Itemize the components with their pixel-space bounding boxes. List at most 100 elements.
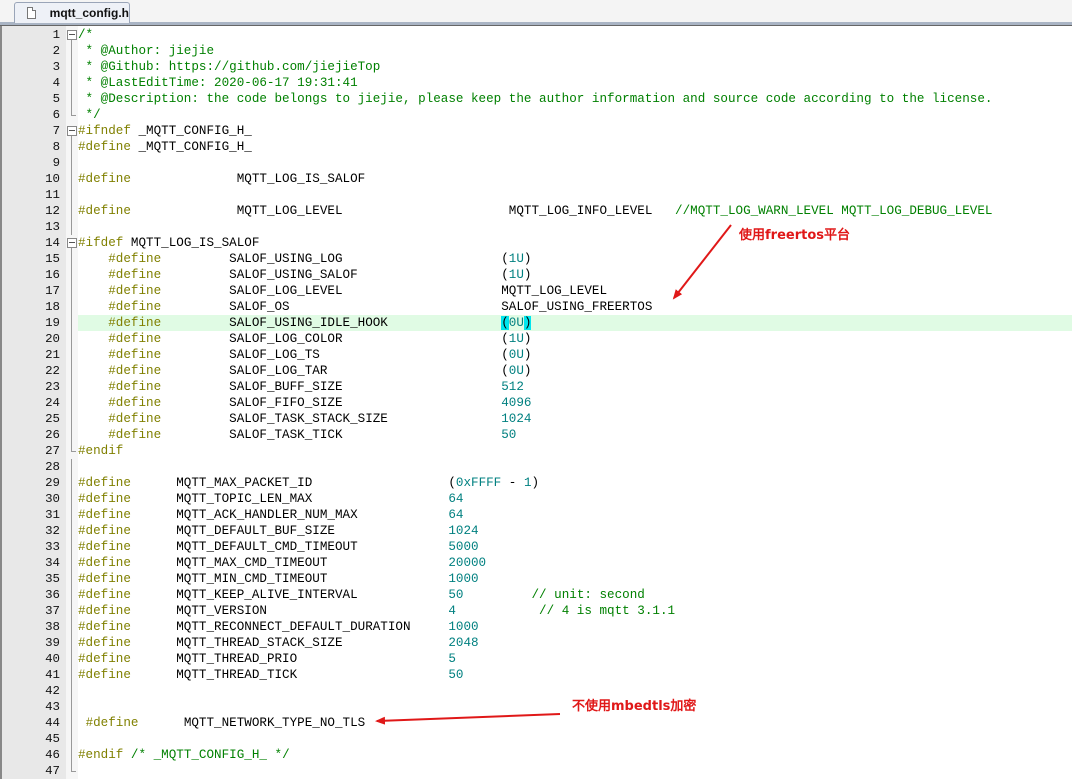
code-token: SALOF_USING_LOG [161,252,502,266]
code-line[interactable]: 35 #define MQTT_MIN_CMD_TIMEOUT 1000 [0,571,1072,587]
code-line[interactable]: 18 #define SALOF_OS SALOF_USING_FREERTOS [0,299,1072,315]
code-token: #define [85,716,139,730]
code-token: 0U [508,316,524,330]
code-line[interactable]: 5 * @Description: the code belongs to ji… [0,91,1072,107]
code-line[interactable]: 38 #define MQTT_RECONNECT_DEFAULT_DURATIO… [0,619,1072,635]
code-line[interactable]: 36 #define MQTT_KEEP_ALIVE_INTERVAL 50 //… [0,587,1072,603]
code-line[interactable]: 24 #define SALOF_FIFO_SIZE 4096 [0,395,1072,411]
code-line[interactable]: 29 #define MQTT_MAX_PACKET_ID (0xFFFF - 1… [0,475,1072,491]
code-line[interactable]: 17 #define SALOF_LOG_LEVEL MQTT_LOG_LEVE… [0,283,1072,299]
code-line[interactable]: 28 [0,459,1072,475]
code-line[interactable]: 15 #define SALOF_USING_LOG (1U) [0,251,1072,267]
code-token: SALOF_USING_SALOF [161,268,502,282]
tab-mqtt-config-h[interactable]: mqtt_config.h [14,2,130,23]
code-line[interactable]: 44 #define MQTT_NETWORK_TYPE_NO_TLS [0,715,1072,731]
code-line[interactable]: 4 * @LastEditTime: 2020-06-17 19:31:41 [0,75,1072,91]
code-line[interactable]: 26 #define SALOF_TASK_TICK 50 [0,427,1072,443]
code-line[interactable]: 32 #define MQTT_DEFAULT_BUF_SIZE 1024 [0,523,1072,539]
code-line[interactable]: 19 #define SALOF_USING_IDLE_HOOK (0U) [0,315,1072,331]
code-line[interactable]: 30 #define MQTT_TOPIC_LEN_MAX 64 [0,491,1072,507]
code-text: #define SALOF_USING_SALOF (1U) [78,267,1072,283]
code-line[interactable]: 13 [0,219,1072,235]
code-line[interactable]: 25 #define SALOF_TASK_STACK_SIZE 1024 [0,411,1072,427]
code-line[interactable]: 2 * @Author: jiejie [0,43,1072,59]
fold-line [66,91,78,107]
code-line[interactable]: 23 #define SALOF_BUFF_SIZE 512 [0,379,1072,395]
fold-end-marker [66,443,78,459]
fold-line [66,491,78,507]
fold-line [66,43,78,59]
fold-line [66,331,78,347]
fold-line [66,699,78,715]
code-token: SALOF_LOG_COLOR [161,332,502,346]
code-token: 1000 [448,572,479,586]
code-line[interactable]: 7 #ifndef _MQTT_CONFIG_H_ [0,123,1072,139]
code-token: ( [501,316,509,330]
fold-line [66,507,78,523]
code-line[interactable]: 6 */ [0,107,1072,123]
code-token: #define [78,588,131,602]
fold-collapse-icon[interactable] [66,123,78,139]
line-number: 20 [45,332,60,346]
code-token: SALOF_LOG_TS [161,348,502,362]
code-line[interactable]: 31 #define MQTT_ACK_HANDLER_NUM_MAX 64 [0,507,1072,523]
code-text: #ifndef _MQTT_CONFIG_H_ [78,123,1072,139]
code-line[interactable]: 1 /* [0,27,1072,43]
code-line[interactable]: 16 #define SALOF_USING_SALOF (1U) [0,267,1072,283]
code-line[interactable]: 40 #define MQTT_THREAD_PRIO 5 [0,651,1072,667]
code-line[interactable]: 45 [0,731,1072,747]
fold-line [66,59,78,75]
code-line[interactable]: 42 [0,683,1072,699]
code-line[interactable]: 12 #define MQTT_LOG_LEVEL MQTT_LOG_INFO_L… [0,203,1072,219]
code-line[interactable]: 3 * @Github: https://github.com/jiejieTo… [0,59,1072,75]
code-editor[interactable]: 1 /* 2 * @Author: jiejie 3 * @Github: https… [0,26,1072,779]
line-number: 1 [52,28,60,42]
code-line[interactable]: 14 #ifdef MQTT_LOG_IS_SALOF [0,235,1072,251]
code-text: #define MQTT_MAX_PACKET_ID (0xFFFF - 1) [78,475,1072,491]
code-line[interactable]: 37 #define MQTT_VERSION 4 // 4 is mqtt 3.… [0,603,1072,619]
fold-collapse-icon[interactable] [66,27,78,43]
line-number: 33 [45,540,60,554]
code-line[interactable]: 47 [0,763,1072,779]
code-token: // 4 is mqtt 3.1.1 [455,604,676,618]
code-line[interactable]: 11 [0,187,1072,203]
code-token: 50 [448,588,464,602]
code-line[interactable]: 27 #endif [0,443,1072,459]
line-number: 34 [45,556,60,570]
code-token: /* [78,28,94,42]
code-text: /* [78,27,1072,43]
code-text: #endif /* _MQTT_CONFIG_H_ */ [78,747,1072,763]
file-icon [27,7,36,19]
code-line[interactable]: 41 #define MQTT_THREAD_TICK 50 [0,667,1072,683]
fold-line [66,363,78,379]
code-line[interactable]: 9 [0,155,1072,171]
code-line[interactable]: 43 [0,699,1072,715]
code-token: #define [78,140,131,154]
code-line[interactable]: 8 #define _MQTT_CONFIG_H_ [0,139,1072,155]
code-line[interactable]: 21 #define SALOF_LOG_TS (0U) [0,347,1072,363]
fold-collapse-icon[interactable] [66,235,78,251]
code-line[interactable]: 39 #define MQTT_THREAD_STACK_SIZE 2048 [0,635,1072,651]
code-token: ) [523,364,532,378]
code-line[interactable]: 10 #define MQTT_LOG_IS_SALOF [0,171,1072,187]
line-number: 14 [45,236,60,250]
code-line[interactable]: 33 #define MQTT_DEFAULT_CMD_TIMEOUT 5000 [0,539,1072,555]
code-text: #define SALOF_LOG_COLOR (1U) [78,331,1072,347]
code-line[interactable]: 20 #define SALOF_LOG_COLOR (1U) [0,331,1072,347]
line-number: 42 [45,684,60,698]
code-token: ) [531,476,540,490]
code-token: ( [501,348,509,362]
code-line[interactable]: 34 #define MQTT_MAX_CMD_TIMEOUT 20000 [0,555,1072,571]
code-token: MQTT_MAX_CMD_TIMEOUT [130,556,449,570]
code-text: #define SALOF_FIFO_SIZE 4096 [78,395,1072,411]
code-line[interactable]: 46 #endif /* _MQTT_CONFIG_H_ */ [0,747,1072,763]
code-line[interactable]: 22 #define SALOF_LOG_TAR (0U) [0,363,1072,379]
